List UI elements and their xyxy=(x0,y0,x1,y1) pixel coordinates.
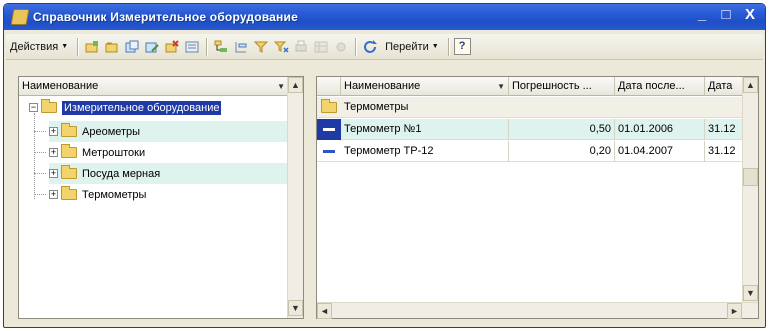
actions-menu-button[interactable]: Действия ▼ xyxy=(6,36,72,57)
toolbar: Действия ▼ Перейти ▼ ? xyxy=(6,34,763,60)
scroll-thumb[interactable] xyxy=(743,168,758,186)
filter-clear-icon[interactable] xyxy=(272,38,290,56)
tree-view-icon[interactable] xyxy=(232,38,250,56)
scroll-right-icon[interactable]: ► xyxy=(727,303,742,319)
goto-menu-label: Перейти xyxy=(385,40,429,53)
hierarchy-icon[interactable] xyxy=(212,38,230,56)
tree-item-label: Посуда мерная xyxy=(82,167,161,180)
table-vertical-scrollbar[interactable]: ▲ ▼ xyxy=(742,77,758,302)
toolbar-separator xyxy=(355,37,357,56)
tree-header[interactable]: Наименование ▼ xyxy=(19,77,288,96)
tree-item-thermometers[interactable]: + Термометры xyxy=(49,184,146,205)
print-icon[interactable] xyxy=(292,38,310,56)
dropdown-arrow-icon: ▼ xyxy=(61,43,69,50)
folder-icon xyxy=(61,144,77,158)
cell-last-date: 01.01.2006 xyxy=(615,118,705,140)
tree-item-areometers[interactable]: + Ареометры xyxy=(49,121,287,142)
structure-icon[interactable] xyxy=(312,38,330,56)
close-button[interactable]: X xyxy=(741,7,759,25)
toolbar-separator xyxy=(77,37,79,56)
sort-arrow-icon[interactable]: ▼ xyxy=(277,77,285,96)
tree-vertical-scrollbar[interactable]: ▲ ▼ xyxy=(287,77,303,318)
column-header-error[interactable]: Погрешность ... xyxy=(509,76,615,96)
expand-icon[interactable]: + xyxy=(49,190,58,199)
table-row[interactable]: Термометр ТР-12 0,20 01.04.2007 31.12 xyxy=(317,140,742,162)
item-icon xyxy=(317,118,341,140)
folder-icon xyxy=(321,98,337,113)
column-header-name[interactable]: Наименование ▼ xyxy=(341,76,509,96)
cell-date: 31.12 xyxy=(708,122,736,135)
tree-panel: Наименование ▼ − Измерительное оборудова… xyxy=(18,76,304,319)
expand-icon[interactable]: + xyxy=(49,169,58,178)
scroll-down-icon[interactable]: ▼ xyxy=(288,300,303,316)
minimize-button[interactable]: _ xyxy=(693,7,711,25)
collapse-icon[interactable]: − xyxy=(29,103,38,112)
scroll-up-icon[interactable]: ▲ xyxy=(288,77,303,93)
dropdown-arrow-icon: ▼ xyxy=(431,43,439,50)
folder-icon xyxy=(61,186,77,200)
scroll-up-icon[interactable]: ▲ xyxy=(743,77,758,93)
tree-item-measuring-vessels[interactable]: + Посуда мерная xyxy=(49,163,287,184)
add-item-icon[interactable] xyxy=(83,38,101,56)
cell-error: 0,20 xyxy=(509,140,615,162)
expand-icon[interactable]: + xyxy=(49,148,58,157)
window-title: Справочник Измерительное оборудование xyxy=(33,10,298,24)
table-horizontal-scrollbar[interactable]: ◄ ► xyxy=(317,302,758,319)
title-bar[interactable]: Справочник Измерительное оборудование _ … xyxy=(4,4,765,30)
folder-icon xyxy=(61,123,77,137)
copy-icon[interactable] xyxy=(123,38,141,56)
settings-icon[interactable] xyxy=(332,38,350,56)
item-icon xyxy=(317,141,341,162)
table-row[interactable]: Термометр №1 0,50 01.01.2006 31.12 xyxy=(317,118,742,140)
tree-item-metroshtoki[interactable]: + Метроштоки xyxy=(49,142,145,163)
toolbar-separator xyxy=(447,37,449,56)
toolbar-separator xyxy=(206,37,208,56)
cell-date: 31.12 xyxy=(708,144,736,157)
actions-menu-label: Действия xyxy=(10,40,59,53)
tree-item-label: Ареометры xyxy=(82,125,141,138)
catalog-icon xyxy=(10,9,30,25)
cell-name: Термометр №1 xyxy=(341,118,509,140)
scroll-left-icon[interactable]: ◄ xyxy=(317,303,332,319)
cell-last-date: 01.04.2007 xyxy=(615,140,705,162)
folder-icon xyxy=(41,99,57,113)
delete-icon[interactable] xyxy=(163,38,181,56)
filter-icon[interactable] xyxy=(252,38,270,56)
edit-icon[interactable] xyxy=(143,38,161,56)
column-header-date[interactable]: Дата xyxy=(705,77,742,96)
sort-arrow-icon[interactable]: ▼ xyxy=(497,77,505,96)
tree-root-item[interactable]: − Измерительное оборудование xyxy=(29,97,222,118)
tree-item-label: Метроштоки xyxy=(82,146,146,159)
add-group-icon[interactable] xyxy=(103,38,121,56)
cell-error: 0,50 xyxy=(509,118,615,140)
items-table: Наименование ▼ Погрешность ... Дата посл… xyxy=(316,76,759,319)
column-header-last-date[interactable]: Дата после... xyxy=(615,76,705,96)
folder-icon xyxy=(61,165,77,179)
group-row-label: Термометры xyxy=(344,100,409,113)
help-button[interactable]: ? xyxy=(453,38,471,55)
group-row[interactable]: Термометры xyxy=(317,97,742,118)
refresh-icon[interactable] xyxy=(361,38,379,56)
tree-header-label: Наименование xyxy=(22,79,99,92)
panel-splitter[interactable] xyxy=(306,76,314,319)
cell-name: Термометр ТР-12 xyxy=(341,140,509,162)
scroll-down-icon[interactable]: ▼ xyxy=(743,285,758,301)
expand-icon[interactable]: + xyxy=(49,127,58,136)
maximize-button[interactable]: □ xyxy=(717,7,735,25)
tree-item-label: Термометры xyxy=(82,188,147,201)
list-icon[interactable] xyxy=(183,38,201,56)
goto-menu-button[interactable]: Перейти ▼ xyxy=(381,36,443,57)
table-header: Наименование ▼ Погрешность ... Дата посл… xyxy=(317,76,742,96)
tree-root-label: Измерительное оборудование xyxy=(62,100,222,115)
